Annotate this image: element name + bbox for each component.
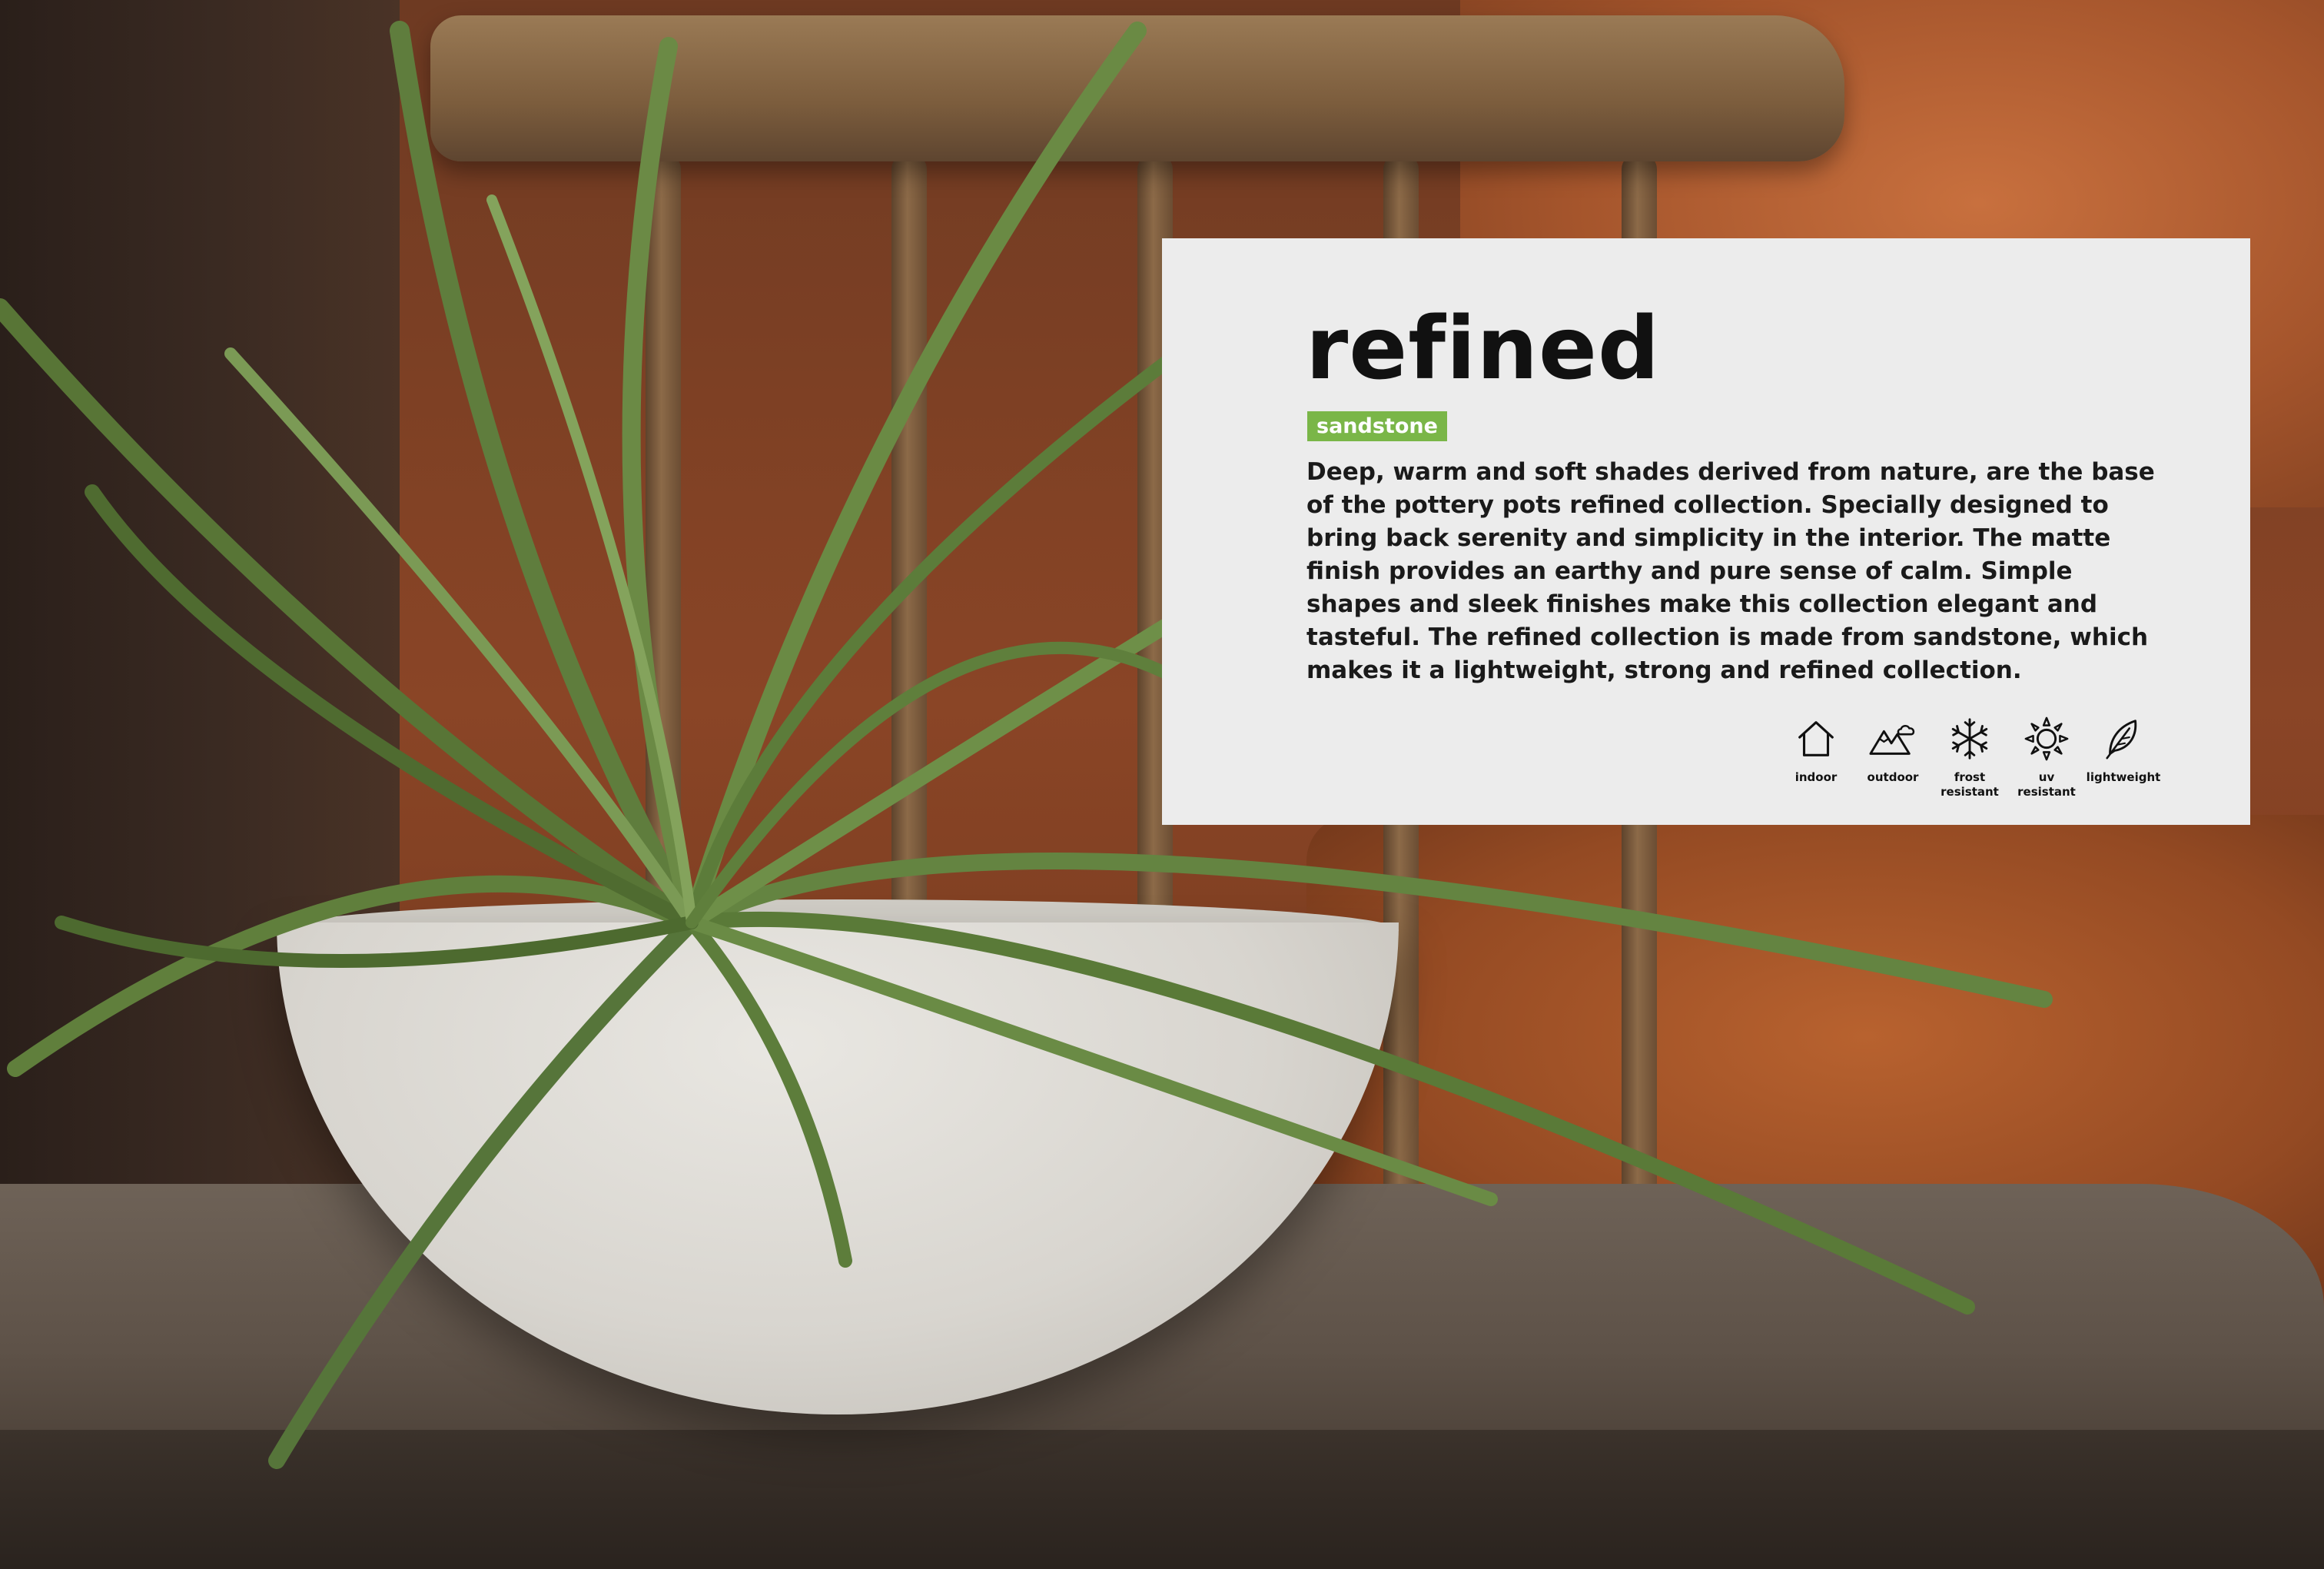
feature-indoor: indoor xyxy=(1778,715,1854,799)
feather-icon xyxy=(2106,720,2137,760)
feature-label: indoor xyxy=(1794,770,1838,784)
feature-label: outdoor xyxy=(1867,770,1919,784)
material-badge: sandstone xyxy=(1307,411,1447,441)
collection-title: refined xyxy=(1306,299,1661,399)
feature-outdoor: outdoor xyxy=(1854,715,1931,799)
sun-icon xyxy=(2024,716,2069,761)
house-icon xyxy=(1798,721,1834,756)
feature-label: frost resistant xyxy=(1941,770,1999,799)
mountain-cloud-icon xyxy=(1869,725,1915,755)
feature-label: lightweight xyxy=(2086,770,2161,784)
feature-uv-resistant: uv resistant xyxy=(2008,715,2085,799)
snowflake-icon xyxy=(1951,718,1988,760)
feature-frost-resistant: frost resistant xyxy=(1931,715,2008,799)
feature-label: uv resistant xyxy=(2017,770,2076,799)
feature-icons-row: indoor outdoor frost resistant uv resist… xyxy=(1778,715,2162,799)
collection-info-card: refined sandstone Deep, warm and soft sh… xyxy=(1162,238,2250,825)
collection-description: Deep, warm and soft shades derived from … xyxy=(1306,458,2155,684)
feature-lightweight: lightweight xyxy=(2085,715,2162,799)
